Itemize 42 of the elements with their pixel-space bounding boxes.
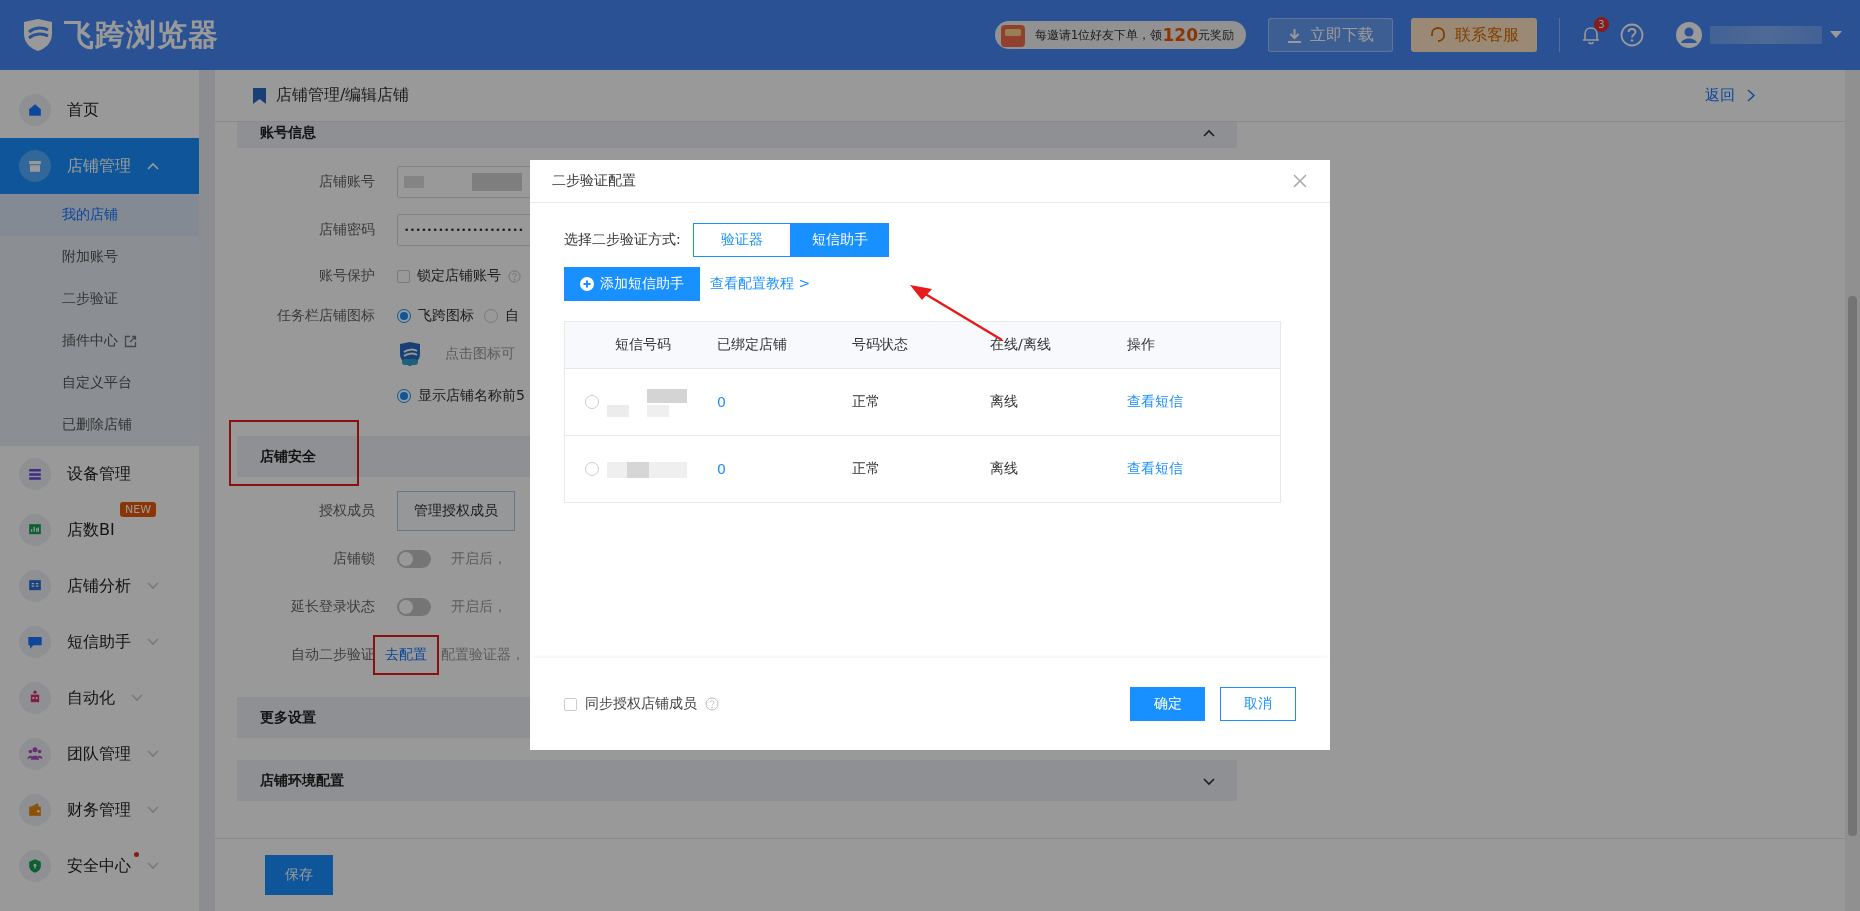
field-label: 店铺账号: [318, 173, 375, 191]
sidebar-label: 设备管理: [67, 463, 131, 485]
field-label: 延长登录状态: [290, 598, 375, 616]
sidebar-label: 店数BI: [67, 519, 115, 541]
radio-label: 飞跨图标: [418, 307, 474, 325]
new-badge: NEW: [120, 502, 157, 517]
option-label: 显示店铺名称前5: [418, 387, 525, 405]
hint-text: 开启后，: [451, 550, 507, 568]
column-header: 操作: [1127, 336, 1156, 354]
breadcrumb: 店铺管理/编辑店铺: [276, 85, 410, 106]
checkbox-label: 锁定店铺账号: [417, 267, 501, 285]
field-label: 任务栏店铺图标: [276, 307, 375, 325]
sidebar-label: 短信助手: [67, 631, 131, 653]
sidebar-label: 首页: [67, 99, 99, 121]
field-label: 授权成员: [318, 502, 375, 520]
sidebar-label: 店铺分析: [67, 575, 131, 597]
notification-badge: 3: [1594, 17, 1609, 32]
column-header: 短信号码: [614, 336, 672, 354]
column-header: 号码状态: [852, 336, 909, 354]
method-label: 选择二步验证方式:: [564, 231, 681, 249]
sidebar-label: 安全中心: [67, 855, 131, 877]
sidebar-label: 财务管理: [67, 799, 131, 821]
checkbox-label: 同步授权店铺成员: [585, 695, 697, 713]
hint-text: 配置验证器，: [441, 646, 525, 664]
table-cell-text: 正常: [852, 460, 881, 478]
sidebar-label: 自动化: [67, 687, 115, 709]
table-cell-text: 离线: [990, 460, 1019, 478]
field-label: 账号保护: [318, 267, 375, 285]
sidebar-label: 团队管理: [67, 743, 131, 765]
field-label: 店铺锁: [332, 550, 375, 568]
field-label: 自动二步验证: [290, 646, 375, 664]
table-cell-text: 正常: [852, 393, 881, 411]
hint-text: 开启后，: [451, 598, 507, 616]
column-header: 在线/离线: [990, 336, 1052, 354]
app-title: 飞跨浏览器: [64, 15, 219, 54]
dialog-title: 二步验证配置: [552, 172, 636, 190]
table-cell-text: 离线: [990, 393, 1019, 411]
column-header: 已绑定店铺: [717, 336, 788, 354]
radio-label: 自: [505, 307, 519, 325]
hint-text: 点击图标可: [445, 345, 515, 363]
sidebar-label: 店铺管理: [67, 155, 131, 177]
field-label: 店铺密码: [318, 221, 375, 239]
